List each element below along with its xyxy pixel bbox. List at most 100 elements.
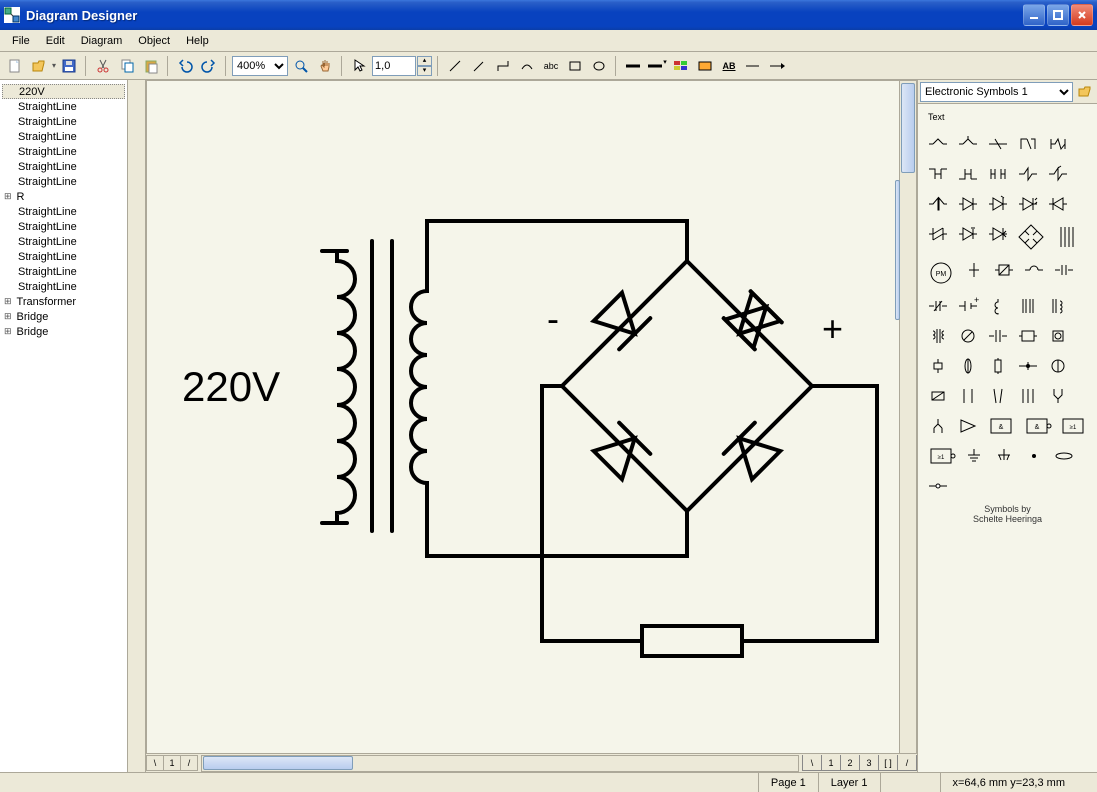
symbol-item[interactable] xyxy=(1052,444,1076,468)
menu-file[interactable]: File xyxy=(6,33,36,49)
tree-item[interactable]: StraightLine xyxy=(2,219,125,234)
symbol-item[interactable] xyxy=(986,192,1010,216)
open-button[interactable] xyxy=(28,55,50,77)
menu-edit[interactable]: Edit xyxy=(40,33,71,49)
textstyle-button[interactable]: AB xyxy=(718,55,740,77)
linecolor-button[interactable] xyxy=(670,55,692,77)
symbol-item[interactable] xyxy=(986,324,1010,348)
symbol-item[interactable] xyxy=(986,384,1010,408)
symbol-item[interactable] xyxy=(986,294,1010,318)
tree-item[interactable]: StraightLine xyxy=(2,114,125,129)
symbol-motor[interactable]: PM xyxy=(926,258,956,288)
splitter-handle[interactable] xyxy=(895,180,900,320)
horizontal-scrollbar[interactable] xyxy=(201,755,799,772)
symbol-item[interactable] xyxy=(986,132,1010,156)
tree-item[interactable]: StraightLine xyxy=(2,99,125,114)
symbol-item[interactable] xyxy=(956,162,980,186)
connector2-tool[interactable] xyxy=(516,55,538,77)
pan-tool[interactable] xyxy=(314,55,336,77)
tree-item[interactable]: StraightLine xyxy=(2,249,125,264)
palette-text-item[interactable]: Text xyxy=(926,112,1089,122)
symbol-gate[interactable]: & xyxy=(1022,414,1052,438)
tree-item[interactable]: 220V xyxy=(2,84,125,99)
dashstyle-button[interactable]: ▾ xyxy=(646,55,668,77)
tree-item[interactable]: StraightLine xyxy=(2,144,125,159)
symbol-item[interactable]: + xyxy=(956,294,980,318)
symbol-item[interactable] xyxy=(1046,162,1070,186)
pointer-tool[interactable] xyxy=(348,55,370,77)
maximize-button[interactable] xyxy=(1047,4,1069,26)
copy-button[interactable] xyxy=(116,55,138,77)
symbol-transformer[interactable] xyxy=(1052,222,1082,252)
page-tab-new[interactable]: [ ] xyxy=(878,755,898,771)
redo-button[interactable] xyxy=(198,55,220,77)
save-button[interactable] xyxy=(58,55,80,77)
symbol-item[interactable] xyxy=(1016,162,1040,186)
palette-select[interactable]: Electronic Symbols 1 xyxy=(920,82,1073,102)
symbol-item[interactable] xyxy=(926,324,950,348)
rect-tool[interactable] xyxy=(564,55,586,77)
symbol-item[interactable] xyxy=(986,162,1010,186)
layer-tab-next[interactable]: / xyxy=(180,755,198,771)
ellipse-tool[interactable] xyxy=(588,55,610,77)
symbol-item[interactable] xyxy=(956,132,980,156)
symbol-item[interactable] xyxy=(986,354,1010,378)
symbol-item[interactable] xyxy=(956,384,980,408)
symbol-ground2[interactable] xyxy=(992,444,1016,468)
menu-diagram[interactable]: Diagram xyxy=(75,33,129,49)
symbol-item[interactable] xyxy=(1046,294,1070,318)
symbol-item[interactable] xyxy=(956,324,980,348)
palette-browse-button[interactable] xyxy=(1075,82,1095,102)
symbol-item[interactable] xyxy=(926,474,950,498)
tree-item[interactable]: StraightLine xyxy=(2,264,125,279)
connector1-tool[interactable] xyxy=(492,55,514,77)
linestyle-button[interactable] xyxy=(622,55,644,77)
page-tab-1[interactable]: 1 xyxy=(821,755,841,771)
tree-item[interactable]: R xyxy=(2,189,125,204)
symbol-item[interactable] xyxy=(926,132,950,156)
text-tool[interactable]: abc xyxy=(540,55,562,77)
symbol-item[interactable] xyxy=(1046,132,1070,156)
linewidth-down[interactable]: ▾ xyxy=(417,66,432,76)
tree-item[interactable]: StraightLine xyxy=(2,159,125,174)
tree-item[interactable]: Bridge xyxy=(2,309,125,324)
symbol-item[interactable] xyxy=(986,222,1010,246)
minimize-button[interactable] xyxy=(1023,4,1045,26)
tree-item[interactable]: Transformer xyxy=(2,294,125,309)
menu-object[interactable]: Object xyxy=(132,33,176,49)
layer-tab-prev[interactable]: \ xyxy=(146,755,164,771)
symbol-gate[interactable]: & xyxy=(986,414,1016,438)
symbol-item[interactable] xyxy=(1022,258,1046,282)
symbol-item[interactable] xyxy=(1016,354,1040,378)
tree-item[interactable]: Bridge xyxy=(2,324,125,339)
cut-button[interactable] xyxy=(92,55,114,77)
symbol-item[interactable] xyxy=(1046,354,1070,378)
new-button[interactable] xyxy=(4,55,26,77)
symbol-item[interactable] xyxy=(1016,384,1040,408)
zoom-select[interactable]: 400% xyxy=(232,56,288,76)
symbol-item[interactable] xyxy=(1046,384,1070,408)
zoom-tool[interactable] xyxy=(290,55,312,77)
arrow-tool[interactable] xyxy=(468,55,490,77)
tree-item[interactable]: StraightLine xyxy=(2,204,125,219)
symbol-item[interactable] xyxy=(926,414,950,438)
symbol-gate[interactable]: ≥1 xyxy=(926,444,956,468)
symbol-opamp[interactable] xyxy=(956,414,980,438)
layer-tab-1[interactable]: 1 xyxy=(163,755,181,771)
symbol-item[interactable] xyxy=(1016,324,1040,348)
symbol-item[interactable] xyxy=(956,354,980,378)
symbol-item[interactable] xyxy=(926,294,950,318)
canvas[interactable]: 220V xyxy=(146,80,917,754)
page-tab-2[interactable]: 2 xyxy=(840,755,860,771)
fillcolor-button[interactable] xyxy=(694,55,716,77)
tree-item[interactable]: StraightLine xyxy=(2,234,125,249)
undo-button[interactable] xyxy=(174,55,196,77)
symbol-item[interactable] xyxy=(1052,258,1076,282)
menu-help[interactable]: Help xyxy=(180,33,215,49)
symbol-item[interactable] xyxy=(956,222,980,246)
symbol-item[interactable] xyxy=(926,222,950,246)
page-tab-3[interactable]: 3 xyxy=(859,755,879,771)
symbol-item[interactable] xyxy=(962,258,986,282)
paste-button[interactable] xyxy=(140,55,162,77)
symbol-item[interactable] xyxy=(1016,132,1040,156)
